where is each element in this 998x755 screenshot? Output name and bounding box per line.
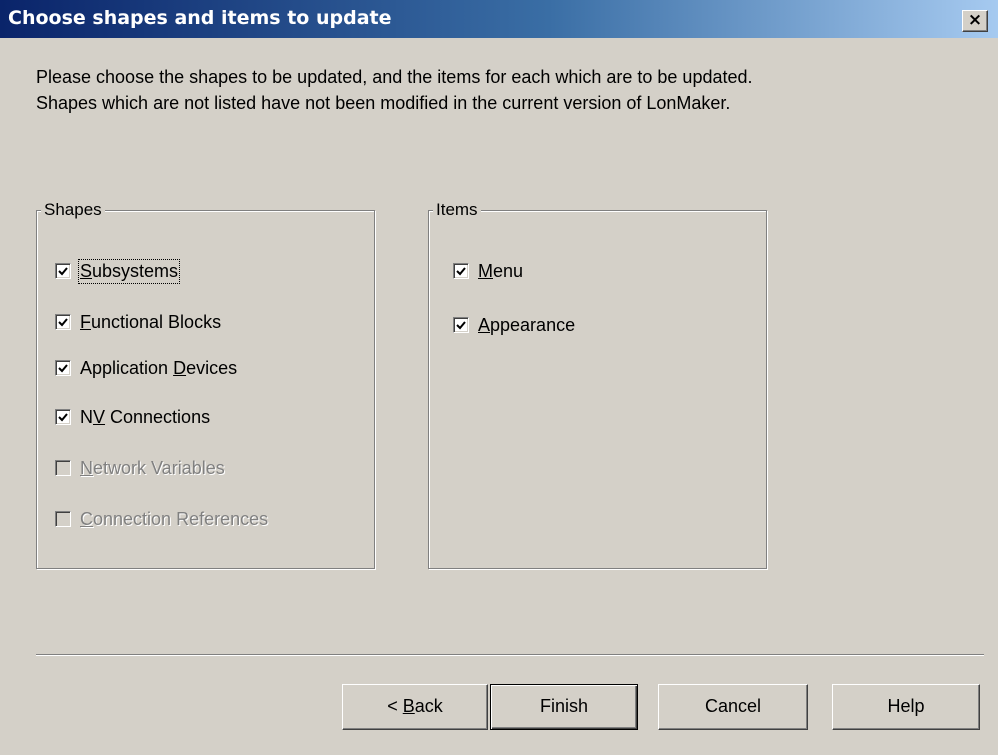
items-group: Items Menu Appearance [428,199,767,569]
checkbox-box [55,460,71,476]
separator [36,654,984,656]
checkbox-box[interactable] [55,409,71,425]
checkbox-menu[interactable]: Menu [453,257,523,285]
finish-button[interactable]: Finish [490,684,638,730]
checkbox-connection-references: Connection References [55,505,268,533]
checkbox-box[interactable] [55,263,71,279]
checkbox-appearance[interactable]: Appearance [453,311,575,339]
checkbox-label: NV Connections [80,406,211,427]
checkmark-icon [456,321,466,330]
checkbox-label: Connection References [80,508,269,529]
shapes-group: Shapes Subsystems Functional Blocks Appl… [36,199,375,569]
checkbox-box[interactable] [453,317,469,333]
checkmark-icon [58,267,68,276]
checkbox-functional-blocks[interactable]: Functional Blocks [55,308,221,336]
checkmark-icon [58,318,68,327]
checkbox-box[interactable] [55,360,71,376]
close-icon: × [967,10,983,30]
checkbox-nv-connections[interactable]: NV Connections [55,403,210,431]
dialog-title: Choose shapes and items to update [8,7,392,29]
items-group-legend: Items [433,199,481,221]
checkmark-icon [58,364,68,373]
title-bar: Choose shapes and items to update × [0,0,998,38]
checkbox-application-devices[interactable]: Application Devices [55,354,237,382]
checkbox-label: Functional Blocks [80,311,222,332]
checkbox-label: Menu [478,260,524,281]
intro-text: Please choose the shapes to be updated, … [36,67,753,113]
checkbox-box [55,511,71,527]
checkbox-subsystems[interactable]: Subsystems [55,257,181,285]
checkbox-label: Network Variables [80,457,225,478]
checkbox-label: Subsystems [77,258,181,284]
shapes-group-legend: Shapes [41,199,105,221]
checkbox-label: Appearance [478,314,576,335]
checkmark-icon [58,413,68,422]
close-button[interactable]: × [962,10,988,32]
help-button[interactable]: Help [832,684,980,730]
cancel-button[interactable]: Cancel [658,684,808,730]
checkbox-box[interactable] [55,314,71,330]
checkbox-box[interactable] [453,263,469,279]
checkmark-icon [456,267,466,276]
back-button[interactable]: < Back [342,684,488,730]
checkbox-label: Application Devices [80,357,238,378]
checkbox-network-variables: Network Variables [55,454,225,482]
